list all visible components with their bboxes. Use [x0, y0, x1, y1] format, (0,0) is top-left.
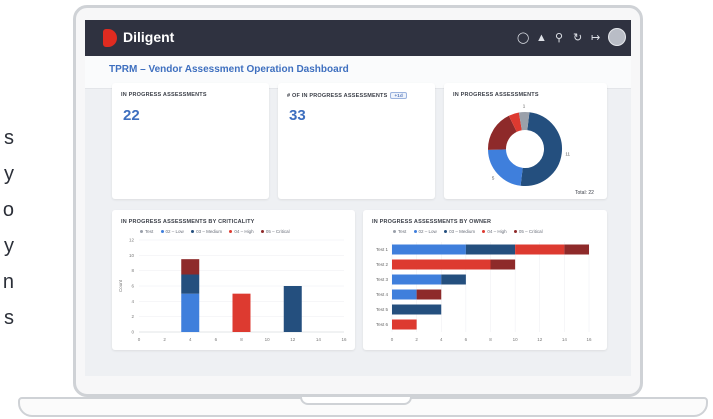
kpi-value: 22 [123, 107, 140, 124]
x-tick-label: 6 [215, 337, 218, 342]
donut-slice [488, 148, 524, 186]
donut-total-label: Total: 22 [575, 190, 594, 196]
donut-slice-label: 1 [523, 104, 526, 109]
y-category-label: Test 3 [376, 277, 389, 282]
donut-slice-label: 5 [492, 175, 495, 180]
search-icon[interactable]: ⚲ [555, 32, 563, 44]
bar-segment [490, 259, 516, 270]
side-letter: y [4, 235, 14, 257]
donut-slice [488, 115, 518, 151]
y-tick-label: 2 [131, 314, 134, 319]
y-tick-label: 6 [131, 284, 134, 289]
donut-slice [508, 112, 523, 133]
donut-slice-label: 11 [565, 152, 570, 157]
diligent-logo-icon[interactable] [103, 29, 117, 47]
page-title: TPRM – Vendor Assessment Operation Dashb… [109, 64, 349, 75]
owner-card: IN PROGRESS ASSESSMENTS BY OWNER Test 02… [363, 210, 607, 350]
x-tick-label: 2 [163, 337, 166, 342]
x-tick-label: 14 [562, 337, 568, 342]
logout-icon[interactable]: ↦ [591, 32, 600, 44]
x-tick-label: 14 [316, 337, 322, 342]
x-tick-label: 4 [440, 337, 443, 342]
x-tick-label: 16 [341, 337, 347, 342]
kpi-card-count: # OF IN PROGRESS ASSESSMENTS +1d 33 [278, 83, 435, 199]
x-tick-label: 10 [265, 337, 271, 342]
x-tick-label: 2 [415, 337, 418, 342]
card-title: # OF IN PROGRESS ASSESSMENTS +1d [287, 92, 407, 99]
refresh-icon[interactable]: ↻ [573, 32, 582, 44]
owner-bar-chart: 0 2 4 6 8 10 12 14 16 Test 1 Test 2 Test 3 Test 4 Tes… [376, 242, 592, 342]
bar-segment [564, 244, 589, 255]
y-category-label: Test 1 [376, 247, 389, 252]
x-tick-label: 6 [465, 337, 468, 342]
top-nav-bar: Diligent ◯ ▲ ⚲ ↻ ↦ [85, 20, 631, 56]
bar-segment [515, 244, 565, 255]
bar-segment [416, 289, 442, 300]
bar-segment [392, 319, 417, 330]
bar-segment [392, 304, 442, 315]
kpi-value: 33 [289, 107, 306, 124]
side-letter: o [2, 199, 14, 221]
y-tick-label: 10 [129, 253, 135, 258]
x-tick-label: 0 [391, 337, 394, 342]
y-axis-label: Count [118, 279, 123, 292]
side-letter: s [4, 307, 14, 329]
side-letter: n [2, 271, 14, 293]
bar-segment [392, 259, 491, 270]
laptop-notch [300, 397, 412, 405]
bar-segment [465, 244, 516, 255]
kpi-card-in-progress: IN PROGRESS ASSESSMENTS 22 [112, 83, 269, 199]
x-tick-label: 16 [586, 337, 592, 342]
bar-segment [392, 289, 417, 300]
x-tick-label: 8 [240, 337, 243, 342]
card-title: IN PROGRESS ASSESSMENTS [121, 92, 207, 98]
period-tag[interactable]: +1d [390, 92, 407, 99]
x-tick-label: 12 [290, 337, 296, 342]
x-tick-label: 8 [489, 337, 492, 342]
bell-icon[interactable]: ▲ [536, 32, 547, 44]
side-text-letters: s y o y n s [0, 120, 20, 336]
donut-chart: 11 5 1 [488, 104, 571, 186]
y-category-label: Test 2 [376, 262, 389, 267]
y-tick-label: 8 [131, 268, 134, 273]
y-tick-label: 12 [129, 238, 135, 243]
bar-segment [283, 286, 302, 332]
donut-card: IN PROGRESS ASSESSMENTS 11 5 1 Total: 22 [444, 83, 607, 199]
bar-segment [392, 274, 442, 285]
criticality-card: IN PROGRESS ASSESSMENTS BY CRITICALITY T… [112, 210, 355, 350]
criticality-bar-chart: 0 2 4 6 8 10 12 0 2 4 6 8 10 12 14 16 Count [118, 238, 347, 343]
y-category-label: Test 4 [376, 292, 389, 297]
y-tick-label: 0 [131, 330, 134, 335]
chat-icon[interactable]: ◯ [517, 32, 529, 44]
x-tick-label: 4 [189, 337, 192, 342]
bar-segment [181, 274, 200, 294]
y-category-label: Test 5 [376, 307, 389, 312]
x-tick-label: 12 [537, 337, 543, 342]
bar-segment [441, 274, 466, 285]
card-title-text: # OF IN PROGRESS ASSESSMENTS [287, 92, 388, 99]
x-tick-label: 0 [138, 337, 141, 342]
dashboard-screen: Diligent ◯ ▲ ⚲ ↻ ↦ TPRM – Vendor Assessm… [85, 20, 631, 376]
bar-segment [181, 259, 200, 275]
brand-name[interactable]: Diligent [123, 29, 174, 45]
x-tick-label: 10 [513, 337, 519, 342]
side-letter: y [4, 163, 14, 185]
side-letter: s [4, 127, 14, 149]
bar-segment [232, 293, 251, 332]
y-tick-label: 4 [131, 299, 134, 304]
y-category-label: Test 6 [376, 322, 389, 327]
bar-segment [392, 244, 466, 255]
bar-segment [181, 293, 200, 332]
avatar[interactable] [608, 28, 626, 46]
